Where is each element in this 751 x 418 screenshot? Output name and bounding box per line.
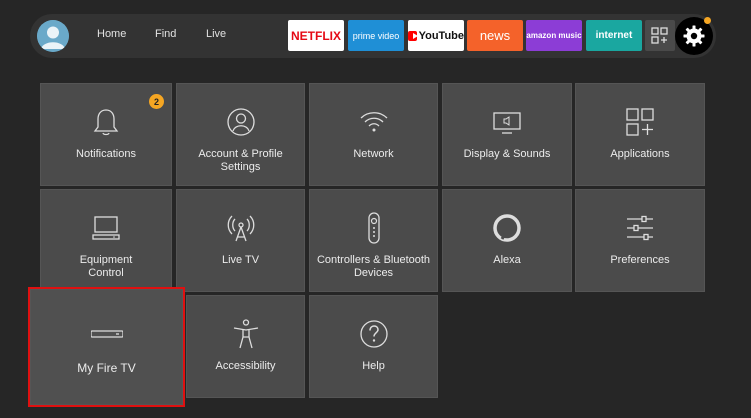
tile-equipment-control[interactable]: Equipment Control xyxy=(40,189,172,292)
tile-notifications[interactable]: 2 Notifications xyxy=(40,83,172,186)
user-icon xyxy=(37,20,69,52)
equipment-icon xyxy=(90,212,122,244)
app-youtube[interactable]: YouTube xyxy=(408,20,464,51)
tile-label: Live TV xyxy=(221,254,260,266)
tile-network[interactable]: Network xyxy=(309,83,438,186)
accessibility-icon xyxy=(230,318,262,350)
tile-live-tv[interactable]: Live TV xyxy=(176,189,305,292)
nav-home[interactable]: Home xyxy=(97,28,126,40)
remote-icon xyxy=(358,212,390,244)
app-news[interactable]: news xyxy=(467,20,523,51)
applications-icon xyxy=(624,106,656,138)
tile-accessibility[interactable]: Accessibility xyxy=(186,295,305,398)
tile-label: Controllers & Bluetooth Devices xyxy=(316,254,431,279)
settings-notification-dot xyxy=(704,17,711,24)
fire-tv-device-icon xyxy=(90,318,123,350)
tile-preferences[interactable]: Preferences xyxy=(575,189,705,292)
tile-label: Notifications xyxy=(76,148,136,160)
tile-label: Help xyxy=(362,360,385,372)
profile-avatar[interactable] xyxy=(37,20,69,52)
tile-help[interactable]: Help xyxy=(309,295,438,398)
sliders-icon xyxy=(624,212,656,244)
nav-find[interactable]: Find xyxy=(155,28,176,40)
tile-label: Account & Profile Settings xyxy=(198,148,283,173)
gear-icon xyxy=(683,25,705,47)
alexa-icon xyxy=(491,212,523,244)
tile-alexa[interactable]: Alexa xyxy=(442,189,572,292)
tile-controllers-bluetooth[interactable]: Controllers & Bluetooth Devices xyxy=(309,189,438,292)
tile-label: Equipment Control xyxy=(79,254,133,279)
tile-account-profile-settings[interactable]: Account & Profile Settings xyxy=(176,83,305,186)
display-icon xyxy=(491,106,523,138)
app-netflix[interactable]: NETFLIX xyxy=(288,20,344,51)
all-apps-button[interactable] xyxy=(645,20,675,51)
nav-live[interactable]: Live xyxy=(206,28,226,40)
app-grid-icon xyxy=(651,26,668,44)
tile-label: Network xyxy=(353,148,394,160)
top-nav-bar: Home Find Live NETFLIX prime video YouTu… xyxy=(30,14,716,58)
notification-count-badge: 2 xyxy=(149,94,164,109)
account-icon xyxy=(225,106,257,138)
netflix-label: NETFLIX xyxy=(291,28,341,43)
youtube-play-icon xyxy=(408,30,418,41)
tile-applications[interactable]: Applications xyxy=(575,83,705,186)
app-amazon-music[interactable]: amazon music xyxy=(526,20,582,51)
youtube-label: YouTube xyxy=(418,29,464,42)
bell-icon xyxy=(90,106,122,138)
tile-label: Applications xyxy=(610,148,670,160)
amazon-music-label: amazon music xyxy=(526,31,582,40)
antenna-icon xyxy=(225,212,257,244)
wifi-icon xyxy=(358,106,390,138)
tile-label: Preferences xyxy=(610,254,670,266)
tile-display-sounds[interactable]: Display & Sounds xyxy=(442,83,572,186)
tile-my-fire-tv[interactable]: My Fire TV xyxy=(30,289,183,405)
app-prime-video[interactable]: prime video xyxy=(348,20,404,51)
internet-label: internet xyxy=(595,30,633,41)
tile-label: My Fire TV xyxy=(77,361,136,375)
prime-video-label: prime video xyxy=(352,30,400,41)
tile-label: Alexa xyxy=(493,254,521,266)
news-label: news xyxy=(479,28,511,43)
help-icon xyxy=(358,318,390,350)
app-internet[interactable]: internet xyxy=(586,20,642,51)
tile-label: Display & Sounds xyxy=(463,148,551,160)
tile-label: Accessibility xyxy=(215,360,276,372)
